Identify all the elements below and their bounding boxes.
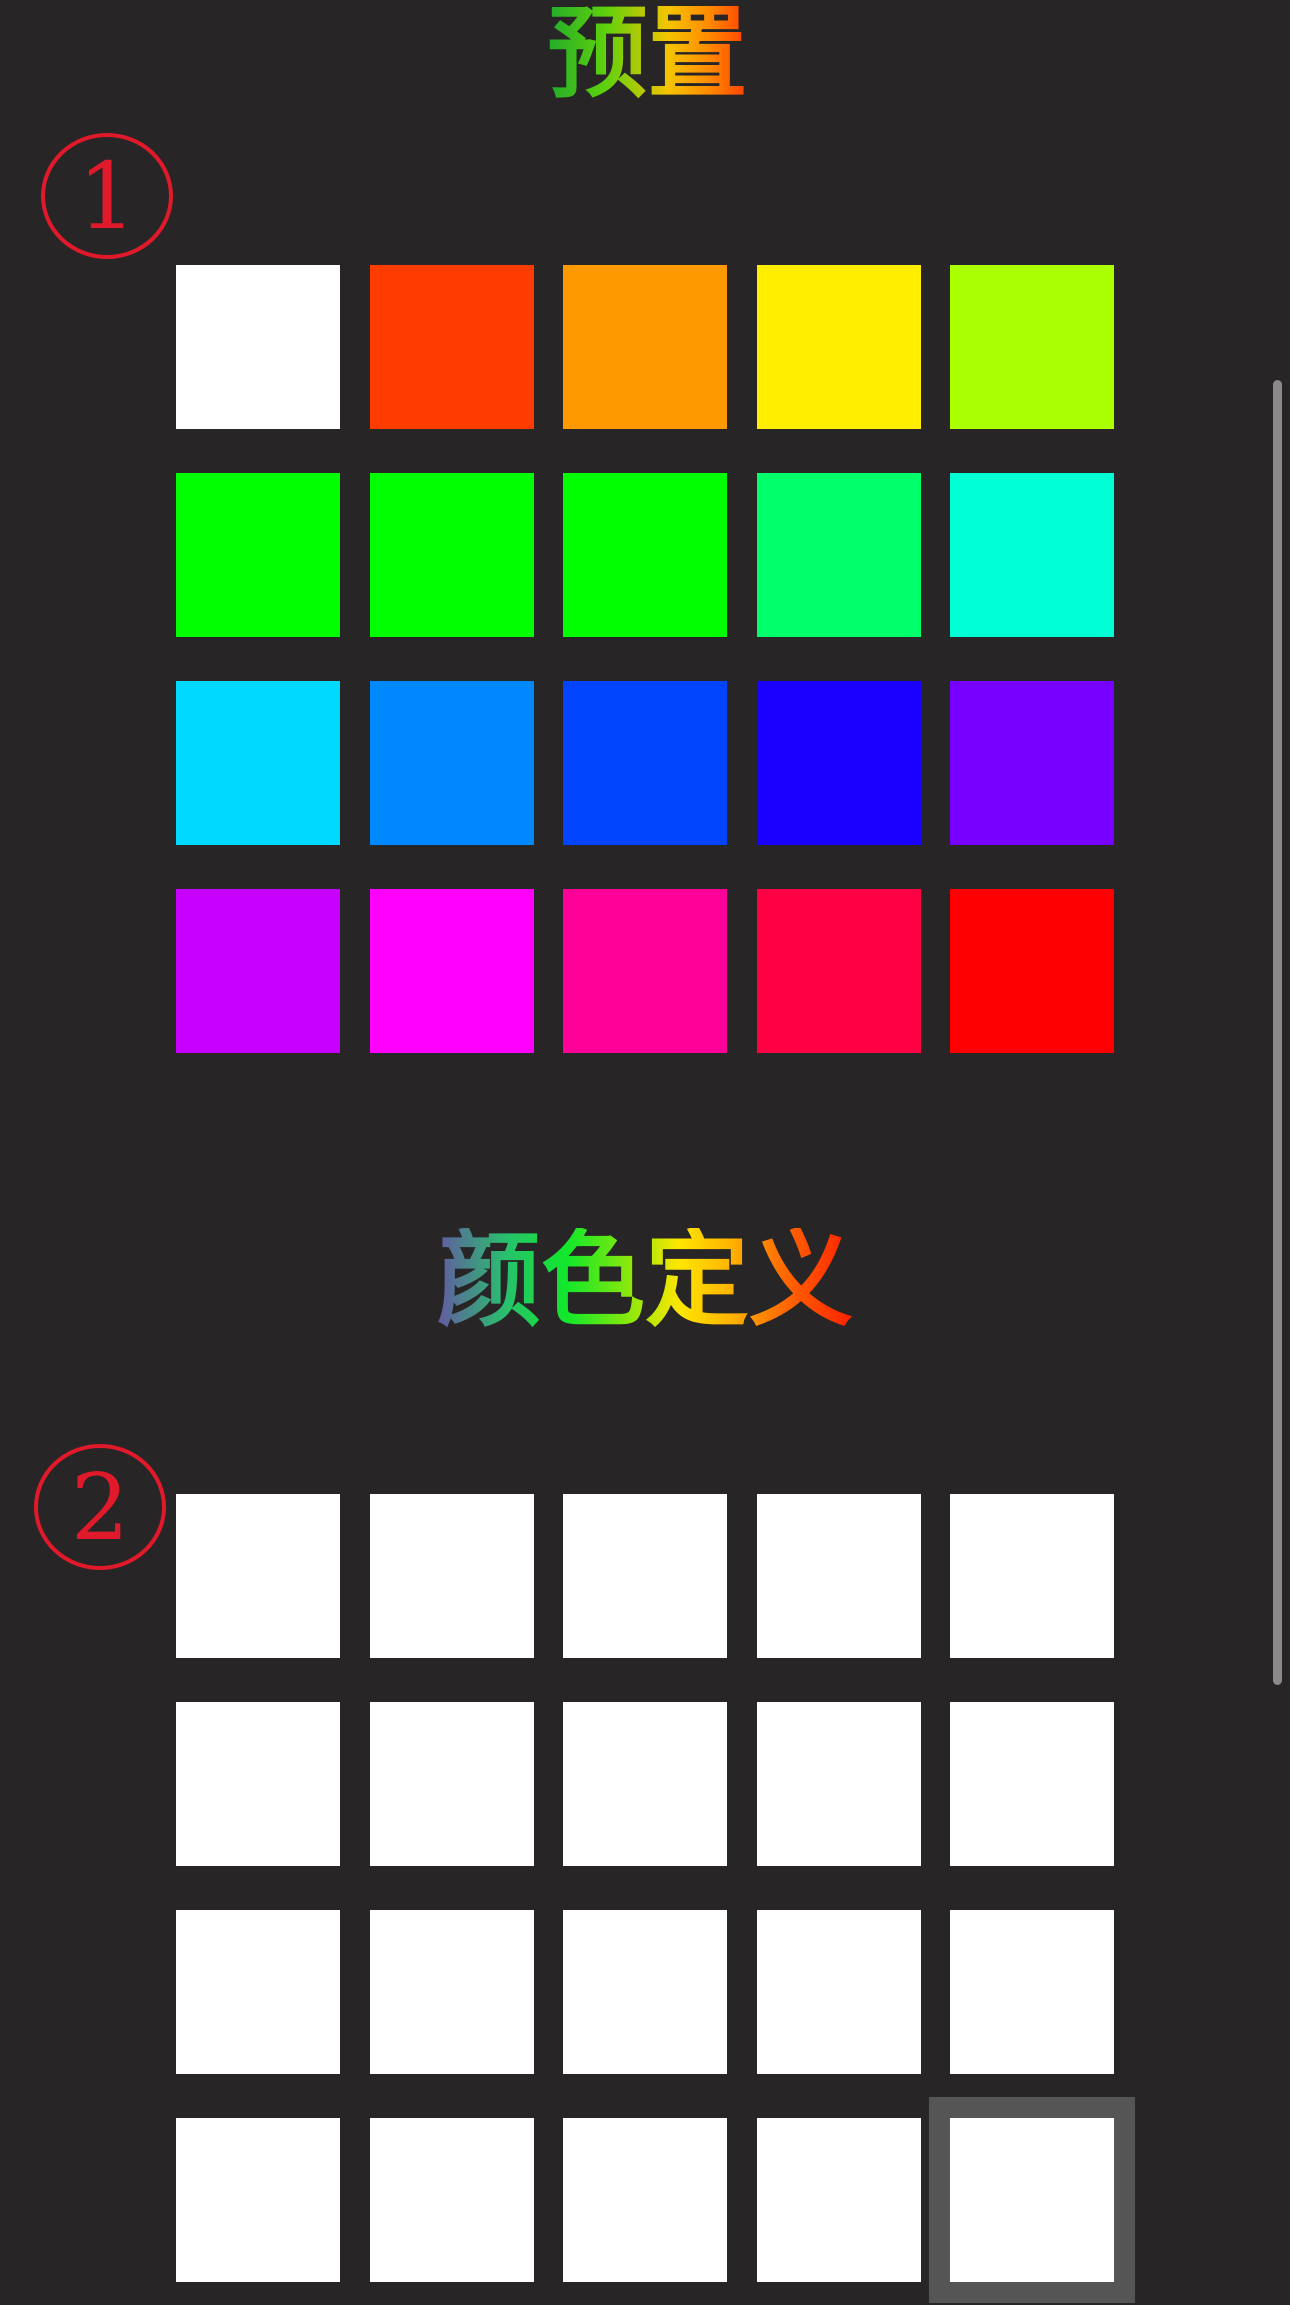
preset-swatch-2[interactable] xyxy=(369,265,534,429)
preset-swatch-4[interactable] xyxy=(756,265,921,429)
preset-swatch-20[interactable] xyxy=(950,889,1114,1053)
preset-swatch-14[interactable] xyxy=(756,681,921,845)
preset-swatch-grid xyxy=(176,265,1114,1053)
preset-swatch-18[interactable] xyxy=(563,889,727,1053)
preset-swatch-7[interactable] xyxy=(369,473,534,637)
preset-marker-glyph: 1 xyxy=(78,143,137,250)
custom-marker-glyph: 2 xyxy=(71,1454,130,1561)
vertical-scrollbar[interactable] xyxy=(1272,380,1283,1685)
custom-colors-title: 颜色定义 xyxy=(430,1228,860,1332)
circled-number-one-icon: 1 xyxy=(41,133,173,259)
preset-swatch-19[interactable] xyxy=(756,889,921,1053)
custom-swatch-9[interactable] xyxy=(756,1702,921,1866)
custom-swatch-20[interactable] xyxy=(929,2097,1135,2303)
custom-swatch-8[interactable] xyxy=(563,1702,727,1866)
preset-swatch-8[interactable] xyxy=(563,473,727,637)
preset-swatch-17[interactable] xyxy=(369,889,534,1053)
custom-swatch-6[interactable] xyxy=(176,1702,340,1866)
preset-swatch-11[interactable] xyxy=(176,681,340,845)
circled-number-two-icon: 2 xyxy=(34,1444,166,1570)
preset-swatch-1[interactable] xyxy=(176,265,340,429)
custom-swatch-grid xyxy=(176,1494,1135,2303)
custom-swatch-19[interactable] xyxy=(756,2118,921,2282)
preset-swatch-15[interactable] xyxy=(950,681,1114,845)
preset-title: 预置 xyxy=(545,4,750,104)
preset-swatch-13[interactable] xyxy=(563,681,727,845)
custom-swatch-17[interactable] xyxy=(369,2118,534,2282)
preset-swatch-3[interactable] xyxy=(563,265,727,429)
custom-swatch-1[interactable] xyxy=(176,1494,340,1658)
custom-swatch-18[interactable] xyxy=(563,2118,727,2282)
custom-swatch-5[interactable] xyxy=(950,1494,1114,1658)
custom-swatch-14[interactable] xyxy=(756,1910,921,2074)
custom-swatch-2[interactable] xyxy=(369,1494,534,1658)
custom-swatch-12[interactable] xyxy=(369,1910,534,2074)
custom-swatch-7[interactable] xyxy=(369,1702,534,1866)
preset-section-marker: 1 xyxy=(40,132,176,260)
custom-swatch-15[interactable] xyxy=(950,1910,1114,2074)
custom-swatch-11[interactable] xyxy=(176,1910,340,2074)
custom-swatch-3[interactable] xyxy=(563,1494,727,1658)
preset-swatch-5[interactable] xyxy=(950,265,1114,429)
custom-section-marker: 2 xyxy=(33,1443,169,1571)
preset-swatch-9[interactable] xyxy=(756,473,921,637)
custom-swatch-10[interactable] xyxy=(950,1702,1114,1866)
custom-swatch-16[interactable] xyxy=(176,2118,340,2282)
preset-swatch-6[interactable] xyxy=(176,473,340,637)
custom-swatch-4[interactable] xyxy=(756,1494,921,1658)
preset-swatch-12[interactable] xyxy=(369,681,534,845)
preset-swatch-16[interactable] xyxy=(176,889,340,1053)
preset-swatch-10[interactable] xyxy=(950,473,1114,637)
color-picker-page: 预置 1 颜色定义 2 xyxy=(0,0,1290,2305)
custom-swatch-13[interactable] xyxy=(563,1910,727,2074)
scrollbar-thumb[interactable] xyxy=(1273,380,1282,1685)
